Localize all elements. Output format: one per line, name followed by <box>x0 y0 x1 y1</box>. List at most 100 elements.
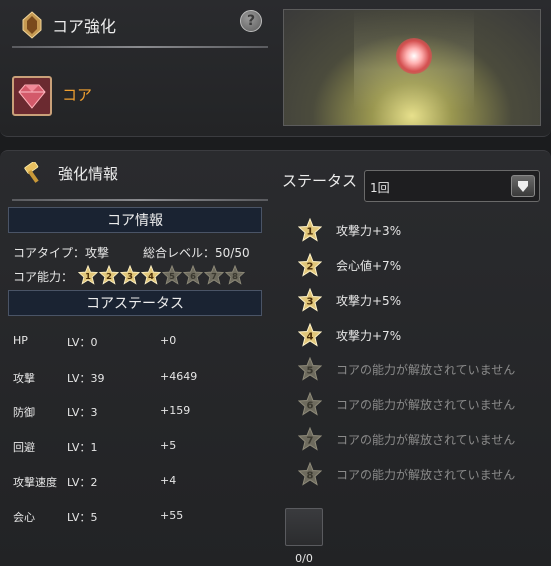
status-label: ステータス <box>282 172 358 190</box>
stat-bonus: +55 <box>160 509 184 522</box>
bonus-text: コアの能力が解放されていません <box>336 362 516 377</box>
stat-level: LV：39 <box>67 372 105 385</box>
stat-row: 回避 LV：1 +5 <box>13 439 263 455</box>
bonus-text: 会心値+7% <box>336 258 402 273</box>
bonus-star-icon: 6 <box>297 391 323 416</box>
bonus-text: 攻撃力+7% <box>336 328 402 343</box>
svg-text:1: 1 <box>307 227 314 238</box>
stat-level: LV：5 <box>67 511 98 524</box>
hammer-icon <box>24 162 39 183</box>
svg-text:4: 4 <box>148 271 154 281</box>
stat-row: 攻撃速度 LV：2 +4 <box>13 474 263 490</box>
svg-text:5: 5 <box>169 271 175 281</box>
svg-text:7: 7 <box>307 436 314 447</box>
title-row: コア強化 <box>22 10 116 40</box>
bonus-text: コアの能力が解放されていません <box>336 432 516 447</box>
status-bonus-row: 1 攻撃力+3% <box>297 217 402 242</box>
svg-text:2: 2 <box>106 271 112 281</box>
svg-text:6: 6 <box>307 401 314 412</box>
stat-name: 回避 <box>13 441 35 454</box>
ability-star-icon: 3 <box>119 264 141 285</box>
bonus-text: コアの能力が解放されていません <box>336 397 516 412</box>
status-select-value: 1回 <box>370 181 390 195</box>
status-bonus-row: 5 コアの能力が解放されていません <box>297 356 516 381</box>
svg-text:1: 1 <box>85 271 91 281</box>
stat-level: LV：3 <box>67 406 98 419</box>
core-enhance-header-panel: コア強化 ? コア <box>0 0 551 137</box>
status-bonus-row: 3 攻撃力+5% <box>297 287 402 312</box>
svg-text:8: 8 <box>232 271 238 281</box>
core-ability-label: コア能力： <box>13 270 74 284</box>
core-status-title: コアステータス <box>8 290 262 316</box>
core-gem-item-icon <box>18 84 46 109</box>
ability-star-icon: 1 <box>77 264 99 285</box>
enhance-divider <box>12 199 268 201</box>
title-divider <box>12 46 268 48</box>
stat-bonus: +4649 <box>160 370 198 383</box>
enhance-info-header: 強化情報 <box>22 162 118 184</box>
core-name-label: コア <box>62 86 93 104</box>
bonus-text: 攻撃力+3% <box>336 223 402 238</box>
svg-text:3: 3 <box>307 297 314 308</box>
core-gem-icon <box>22 11 42 39</box>
svg-text:8: 8 <box>307 471 314 482</box>
page-title: コア強化 <box>52 17 117 36</box>
ability-star-icon: 2 <box>98 264 120 285</box>
status-bonus-row: 8 コアの能力が解放されていません <box>297 461 516 486</box>
status-bonus-row: 4 攻撃力+7% <box>297 322 402 347</box>
ability-star-icon: 8 <box>224 264 246 285</box>
status-bonus-row: 6 コアの能力が解放されていません <box>297 391 516 416</box>
enhance-info-title: 強化情報 <box>58 164 119 183</box>
core-preview <box>283 9 541 126</box>
bonus-star-icon: 7 <box>297 426 323 451</box>
bonus-star-icon: 4 <box>297 322 323 347</box>
core-orb <box>396 38 432 74</box>
core-type: コアタイプ：攻撃 <box>13 246 110 260</box>
stat-bonus: +4 <box>160 474 177 487</box>
stat-row: 攻撃 LV：39 +4649 <box>13 370 263 386</box>
stat-level: LV：0 <box>67 336 98 349</box>
svg-text:7: 7 <box>211 271 217 281</box>
svg-text:2: 2 <box>307 262 314 273</box>
chevron-down-icon <box>518 181 528 192</box>
stat-name: 防御 <box>13 406 35 419</box>
bonus-text: 攻撃力+5% <box>336 293 402 308</box>
bonus-star-icon: 8 <box>297 461 323 486</box>
stat-row: HP LV：0 +0 <box>13 334 263 350</box>
ability-star-icon: 4 <box>140 264 162 285</box>
bonus-star-icon: 3 <box>297 287 323 312</box>
bonus-star-icon: 1 <box>297 217 323 242</box>
stat-row: 防御 LV：3 +159 <box>13 404 263 420</box>
bonus-text: コアの能力が解放されていません <box>336 467 516 482</box>
svg-text:5: 5 <box>307 366 314 377</box>
stat-name: 攻撃速度 <box>13 476 57 489</box>
stat-row: 会心 LV：5 +55 <box>13 509 263 525</box>
total-level: 総合レベル：50/50 <box>143 246 250 260</box>
core-info-title: コア情報 <box>8 207 262 233</box>
status-bonus-row: 2 会心値+7% <box>297 252 402 277</box>
ability-star-icon: 5 <box>161 264 183 285</box>
dropdown-button[interactable] <box>511 175 535 197</box>
core-ability-stars: 1 2 3 4 5 6 7 8 <box>77 264 246 285</box>
status-bonus-row: 7 コアの能力が解放されていません <box>297 426 516 451</box>
stat-name: HP <box>13 334 28 347</box>
material-slot[interactable] <box>285 508 323 546</box>
svg-text:6: 6 <box>190 271 196 281</box>
status-count-select[interactable]: 1回 <box>364 170 540 202</box>
ability-star-icon: 6 <box>182 264 204 285</box>
bonus-star-icon: 5 <box>297 356 323 381</box>
stat-name: 攻撃 <box>13 372 35 385</box>
stat-bonus: +159 <box>160 404 191 417</box>
material-count: 0/0 <box>295 552 313 565</box>
bonus-star-icon: 2 <box>297 252 323 277</box>
stat-bonus: +0 <box>160 334 177 347</box>
stat-level: LV：2 <box>67 476 98 489</box>
help-icon[interactable]: ? <box>240 10 262 32</box>
core-item-slot[interactable] <box>12 76 52 116</box>
ability-star-icon: 7 <box>203 264 225 285</box>
stat-name: 会心 <box>13 511 35 524</box>
svg-text:4: 4 <box>307 332 314 343</box>
stat-bonus: +5 <box>160 439 177 452</box>
stat-level: LV：1 <box>67 441 98 454</box>
svg-text:3: 3 <box>127 271 133 281</box>
